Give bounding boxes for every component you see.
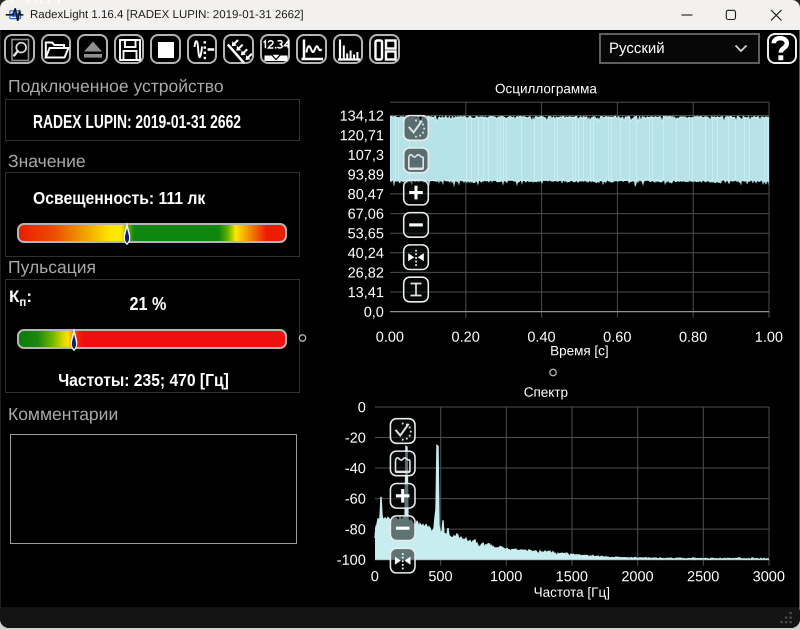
svg-text:-80: -80: [345, 522, 366, 538]
svg-text:500: 500: [428, 569, 452, 585]
svg-text:Осциллограмма: Осциллограмма: [495, 81, 597, 96]
svg-text:26,82: 26,82: [348, 266, 384, 282]
svg-text:120,71: 120,71: [340, 128, 384, 144]
svg-text:3000: 3000: [753, 569, 785, 585]
svg-text:-100: -100: [337, 553, 366, 569]
svg-text:Спектр: Спектр: [524, 385, 568, 400]
svg-text:53,65: 53,65: [348, 226, 384, 242]
svg-text:13,41: 13,41: [348, 285, 384, 301]
svg-text:Амплитуда [дБ]: Амплитуда [дБ]: [0, 0, 50, 3]
svg-text:2500: 2500: [687, 569, 719, 585]
svg-text:107,3: 107,3: [348, 148, 384, 164]
svg-text:-20: -20: [345, 431, 366, 447]
svg-text:40,24: 40,24: [348, 246, 384, 262]
svg-text:2000: 2000: [621, 569, 653, 585]
svg-text:1000: 1000: [490, 569, 522, 585]
svg-text:1500: 1500: [556, 569, 588, 585]
svg-text:0.80: 0.80: [679, 330, 707, 346]
svg-text:80,47: 80,47: [348, 187, 384, 203]
svg-text:0: 0: [371, 569, 379, 585]
svg-text:93,89: 93,89: [348, 167, 384, 183]
svg-text:67,06: 67,06: [348, 207, 384, 223]
svg-text:0,0: 0,0: [364, 305, 384, 321]
svg-text:Частота [Гц]: Частота [Гц]: [534, 585, 610, 600]
svg-text:0.00: 0.00: [376, 330, 404, 346]
svg-text:-40: -40: [345, 461, 366, 477]
svg-text:134,12: 134,12: [340, 109, 384, 125]
svg-text:1.00: 1.00: [755, 330, 783, 346]
svg-text:Время [с]: Время [с]: [550, 343, 609, 358]
svg-text:-60: -60: [345, 492, 366, 508]
svg-text:0: 0: [358, 400, 366, 416]
svg-text:0.20: 0.20: [452, 330, 480, 346]
